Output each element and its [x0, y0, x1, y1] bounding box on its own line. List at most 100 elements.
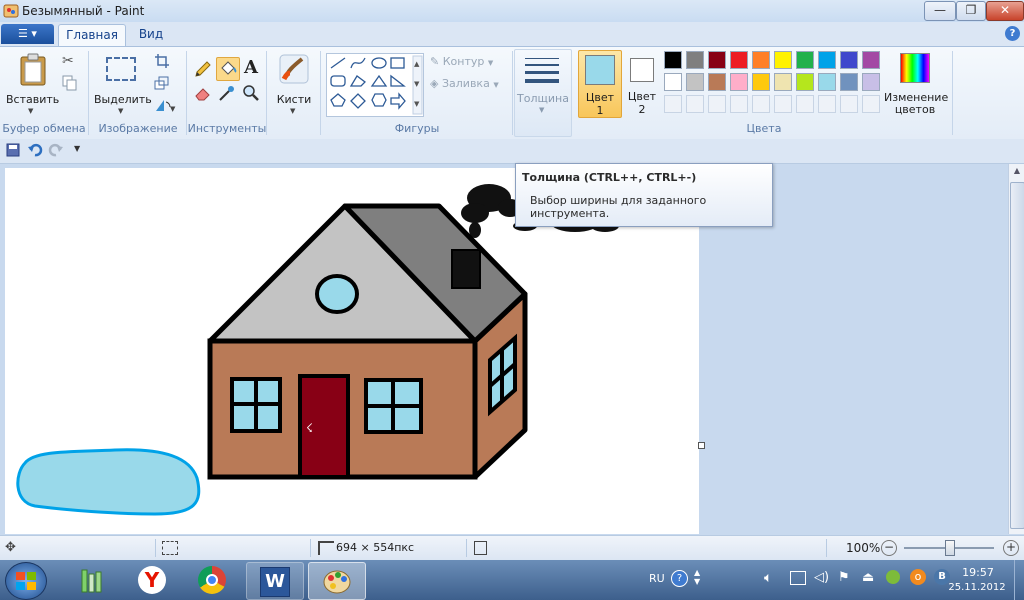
undo-icon[interactable] [27, 142, 43, 158]
color-swatch[interactable] [774, 51, 792, 69]
svg-text:▲: ▲ [414, 60, 420, 68]
magnifier-icon[interactable] [241, 83, 261, 103]
help-tray-icon[interactable]: ? [671, 570, 688, 587]
color-swatch[interactable] [708, 51, 726, 69]
tray-expand-icon[interactable]: ▲ ▼ [694, 568, 700, 586]
file-size-icon [474, 541, 487, 555]
vertical-scrollbar[interactable]: ▲ [1008, 164, 1024, 534]
chevron-down-icon: ▼ [118, 107, 124, 115]
pencil-icon[interactable] [193, 59, 213, 79]
color1-button[interactable]: Цвет 1 [578, 50, 622, 118]
save-icon[interactable] [6, 143, 20, 157]
color-swatch[interactable] [664, 73, 682, 91]
taskbar-app-test-tubes[interactable] [64, 562, 120, 598]
taskbar-app-chrome[interactable] [184, 562, 240, 598]
test-tubes-icon [81, 569, 102, 593]
image-size-label: 694 × 554пкс [336, 541, 415, 554]
tab-view[interactable]: Вид [130, 24, 172, 45]
scroll-up-arrow[interactable]: ▲ [1010, 166, 1024, 180]
select-label: Выделить [94, 93, 152, 106]
color-swatch[interactable] [752, 73, 770, 91]
network-icon[interactable] [790, 571, 806, 585]
brushes-button[interactable]: Кисти ▼ [272, 51, 316, 117]
copy-icon[interactable] [62, 75, 78, 91]
color-swatch[interactable] [730, 51, 748, 69]
redo-icon[interactable] [48, 142, 64, 158]
utorrent-icon[interactable] [886, 570, 900, 584]
zoom-slider-thumb[interactable] [945, 540, 955, 556]
color-swatch[interactable] [840, 73, 858, 91]
color-swatch[interactable] [708, 73, 726, 91]
close-button[interactable]: ✕ [986, 1, 1024, 21]
crop-icon[interactable] [154, 53, 170, 69]
taskbar-app-paint[interactable] [308, 562, 366, 600]
flag-icon[interactable]: ⚑ [838, 570, 850, 585]
color-swatch[interactable] [664, 51, 682, 69]
color-swatch[interactable] [862, 51, 880, 69]
color-swatch[interactable] [796, 73, 814, 91]
select-button[interactable]: Выделить ▼ [94, 51, 152, 117]
empty-color-swatch[interactable] [796, 95, 814, 113]
maximize-button[interactable]: ❐ [956, 1, 986, 21]
canvas-resize-handle[interactable] [698, 442, 705, 449]
color2-button[interactable]: Цвет 2 [622, 50, 662, 116]
shapes-gallery[interactable]: ▲ ▼ ▼ [326, 53, 424, 117]
cut-icon[interactable]: ✂ [62, 53, 78, 69]
outline-icon: ✎ [430, 55, 440, 68]
empty-color-swatch[interactable] [708, 95, 726, 113]
color-swatch[interactable] [840, 51, 858, 69]
taskbar-app-word[interactable]: W [246, 562, 304, 600]
zoom-in-button[interactable]: + [1003, 540, 1019, 556]
fill-dropdown[interactable]: ◈ Заливка ▼ [430, 77, 510, 93]
zoom-out-button[interactable]: − [881, 540, 897, 556]
eraser-icon[interactable] [193, 83, 213, 103]
color-swatch[interactable] [862, 73, 880, 91]
language-indicator[interactable]: RU [649, 572, 665, 585]
color-swatch[interactable] [730, 73, 748, 91]
clock-date[interactable]: 25.11.2012 [942, 582, 1012, 593]
empty-color-swatch[interactable] [840, 95, 858, 113]
file-menu-button[interactable]: ☰ ▾ [1, 24, 54, 44]
zoom-label: 100% [846, 541, 881, 555]
empty-color-swatch[interactable] [774, 95, 792, 113]
speaker-icon[interactable]: 🔈︎ [764, 570, 772, 586]
odnoklassniki-icon[interactable]: o [910, 569, 926, 585]
show-desktop-button[interactable] [1014, 560, 1024, 600]
clock-time[interactable]: 19:57 [958, 566, 998, 579]
color-swatch[interactable] [818, 73, 836, 91]
empty-color-swatch[interactable] [862, 95, 880, 113]
help-icon[interactable]: ? [1005, 26, 1020, 41]
volume-icon[interactable]: ◁) [814, 570, 829, 585]
color-swatch[interactable] [752, 51, 770, 69]
fill-bucket-icon[interactable] [216, 57, 240, 81]
outline-dropdown[interactable]: ✎ Контур ▼ [430, 55, 510, 71]
group-separator [266, 51, 267, 135]
color-swatch[interactable] [818, 51, 836, 69]
color-swatch[interactable] [686, 73, 704, 91]
empty-color-swatch[interactable] [664, 95, 682, 113]
usb-icon[interactable]: ⏏ [862, 570, 874, 585]
edit-colors-button[interactable]: Изменение цветов [884, 51, 948, 117]
empty-color-swatch[interactable] [818, 95, 836, 113]
resize-icon[interactable] [154, 75, 170, 91]
taskbar-app-yandex-browser[interactable]: Y [124, 562, 180, 598]
empty-color-swatch[interactable] [752, 95, 770, 113]
color-swatch[interactable] [686, 51, 704, 69]
start-button[interactable] [5, 562, 47, 600]
rotate-icon[interactable]: ▼ [154, 97, 176, 113]
tab-home[interactable]: Главная [58, 24, 126, 46]
paste-button[interactable]: Вставить ▼ [6, 51, 59, 117]
scroll-thumb[interactable] [1010, 182, 1024, 529]
empty-color-swatch[interactable] [686, 95, 704, 113]
paint-app-icon[interactable] [3, 3, 19, 19]
color2-number: 2 [638, 103, 646, 116]
color-swatch[interactable] [774, 73, 792, 91]
thickness-button[interactable]: Толщина ▼ [514, 49, 572, 137]
color-swatch[interactable] [796, 51, 814, 69]
customize-qat-icon[interactable]: ▼ [74, 144, 84, 156]
image-size-icon [318, 541, 334, 555]
minimize-button[interactable]: — [924, 1, 956, 21]
color-picker-icon[interactable] [217, 83, 237, 103]
empty-color-swatch[interactable] [730, 95, 748, 113]
text-tool-icon[interactable]: A [241, 57, 261, 79]
